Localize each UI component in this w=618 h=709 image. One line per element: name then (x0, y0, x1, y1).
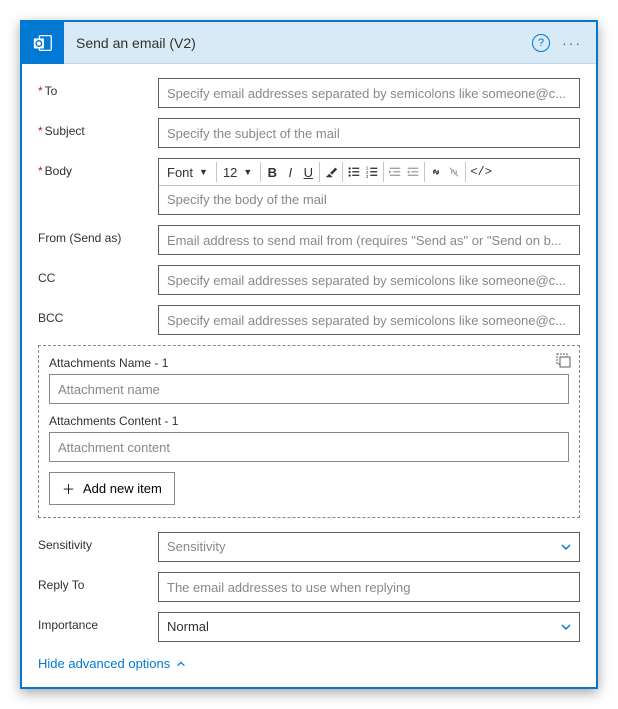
subject-input[interactable] (158, 118, 580, 148)
toolbar-separator (424, 162, 425, 182)
cc-input[interactable] (158, 265, 580, 295)
send-email-card: Send an email (V2) ? ··· To Subject Body (20, 20, 598, 689)
add-item-label: Add new item (83, 481, 162, 496)
toolbar-separator (319, 162, 320, 182)
bcc-label: BCC (38, 305, 158, 325)
toolbar-separator (383, 162, 384, 182)
header-actions: ? ··· (532, 34, 596, 52)
bold-button[interactable]: B (263, 161, 281, 183)
size-select[interactable]: 12 ▼ (219, 165, 258, 180)
caret-down-icon: ▼ (243, 167, 252, 177)
unlink-button[interactable] (445, 161, 463, 183)
plus-icon: ＋ (62, 479, 75, 498)
subject-label: Subject (38, 118, 158, 138)
body-input[interactable]: Specify the body of the mail (159, 186, 579, 214)
row-sensitivity: Sensitivity Sensitivity (38, 532, 580, 562)
font-select[interactable]: Font ▼ (163, 165, 214, 180)
attachment-name-label: Attachments Name - 1 (49, 356, 569, 370)
card-header[interactable]: Send an email (V2) ? ··· (22, 22, 596, 64)
sensitivity-select[interactable]: Sensitivity (158, 532, 580, 562)
row-from: From (Send as) (38, 225, 580, 255)
attachment-content-label: Attachments Content - 1 (49, 414, 569, 428)
from-label: From (Send as) (38, 225, 158, 245)
to-label: To (38, 78, 158, 98)
toolbar-separator (465, 162, 466, 182)
editor-toolbar: Font ▼ 12 ▼ B I U (159, 159, 579, 186)
row-subject: Subject (38, 118, 580, 148)
importance-label: Importance (38, 612, 158, 632)
toolbar-separator (260, 162, 261, 182)
to-input[interactable] (158, 78, 580, 108)
number-list-button[interactable]: 123 (363, 161, 381, 183)
more-icon[interactable]: ··· (562, 35, 582, 51)
help-icon[interactable]: ? (532, 34, 550, 52)
bcc-input[interactable] (158, 305, 580, 335)
toolbar-separator (216, 162, 217, 182)
row-importance: Importance Normal (38, 612, 580, 642)
highlight-button[interactable] (322, 161, 340, 183)
caret-down-icon: ▼ (199, 167, 208, 177)
row-to: To (38, 78, 580, 108)
row-bcc: BCC (38, 305, 580, 335)
cc-label: CC (38, 265, 158, 285)
attachment-content-input[interactable] (49, 432, 569, 462)
indent-button[interactable] (404, 161, 422, 183)
outdent-button[interactable] (386, 161, 404, 183)
font-select-label: Font (167, 165, 193, 180)
underline-button[interactable]: U (299, 161, 317, 183)
sensitivity-label: Sensitivity (38, 532, 158, 552)
row-cc: CC (38, 265, 580, 295)
link-button[interactable] (427, 161, 445, 183)
attachment-name-input[interactable] (49, 374, 569, 404)
code-view-button[interactable]: </> (468, 161, 494, 183)
body-editor: Font ▼ 12 ▼ B I U (158, 158, 580, 215)
importance-select[interactable]: Normal (158, 612, 580, 642)
chevron-up-icon (176, 659, 186, 669)
hide-advanced-link[interactable]: Hide advanced options (38, 656, 186, 671)
italic-button[interactable]: I (281, 161, 299, 183)
row-replyto: Reply To (38, 572, 580, 602)
toolbar-separator (342, 162, 343, 182)
card-body: To Subject Body Font ▼ (22, 64, 596, 687)
card-title: Send an email (V2) (64, 35, 532, 51)
body-label: Body (38, 158, 158, 178)
add-item-button[interactable]: ＋ Add new item (49, 472, 175, 505)
from-input[interactable] (158, 225, 580, 255)
svg-text:3: 3 (366, 174, 369, 179)
row-body: Body Font ▼ 12 ▼ B (38, 158, 580, 215)
replyto-label: Reply To (38, 572, 158, 592)
hide-advanced-label: Hide advanced options (38, 656, 170, 671)
switch-array-icon[interactable] (555, 352, 571, 368)
attachments-section: Attachments Name - 1 Attachments Content… (38, 345, 580, 518)
size-select-label: 12 (223, 165, 237, 180)
bullet-list-button[interactable] (345, 161, 363, 183)
replyto-input[interactable] (158, 572, 580, 602)
outlook-icon (22, 22, 64, 64)
